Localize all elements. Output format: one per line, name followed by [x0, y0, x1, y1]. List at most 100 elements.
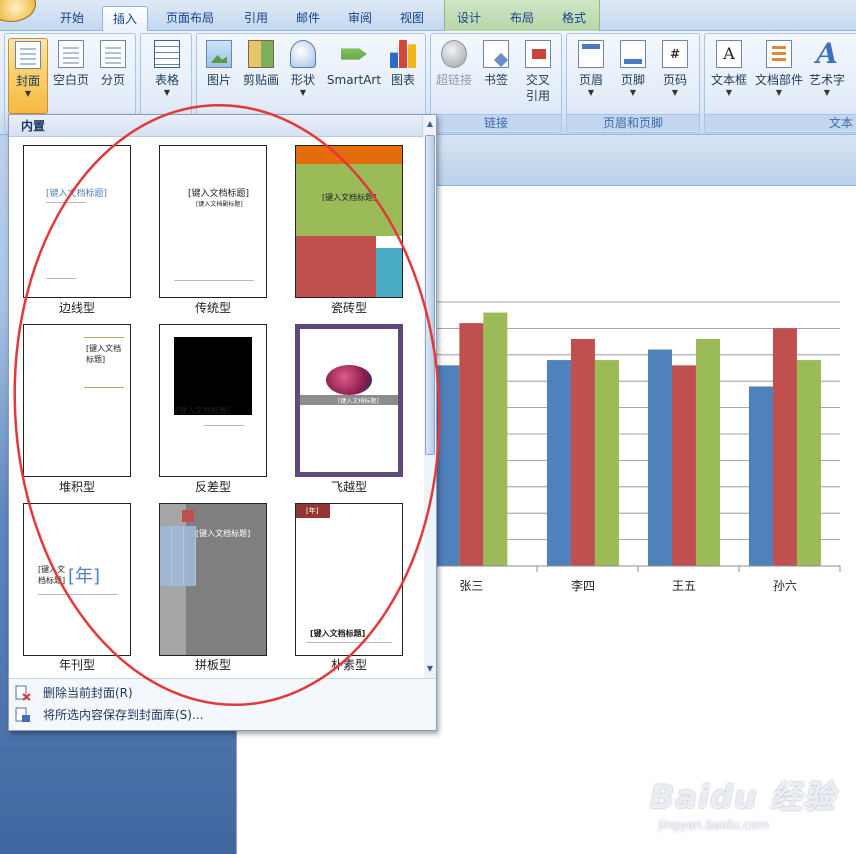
clipart-button[interactable]: 剪贴画	[239, 38, 283, 114]
table-button[interactable]: 表格 ▼	[145, 38, 189, 114]
gallery-scrollbar[interactable]: ▲ ▼	[422, 115, 436, 678]
chart-category-label: 张三	[459, 579, 483, 593]
tab-insert[interactable]: 插入	[102, 6, 148, 31]
chart-bar	[483, 312, 508, 566]
chevron-down-icon: ▼	[775, 88, 783, 97]
cover-thumb-year: [年]	[378, 239, 391, 247]
wordart-button[interactable]: A 艺术字 ▼	[805, 38, 849, 114]
table-label: 表格	[154, 73, 179, 87]
cover-name-puzzle: 拼板型	[194, 658, 231, 672]
save-to-gallery-label: 将所选内容保存到封面库(S)...	[43, 708, 204, 722]
cover-thumb-traditional[interactable]: [键入文档标题] [键入文档副标题]	[159, 145, 267, 298]
quick-parts-icon	[766, 40, 792, 68]
bookmark-button[interactable]: 书签	[477, 38, 515, 114]
shapes-icon	[290, 40, 316, 68]
textbox-button[interactable]: A 文本框 ▼	[707, 38, 751, 114]
hyperlink-button[interactable]: 超链接	[433, 38, 475, 114]
office-button[interactable]	[0, 0, 36, 22]
footer-button[interactable]: 页脚 ▼	[613, 38, 653, 114]
cover-line	[204, 425, 244, 426]
picture-button[interactable]: 图片	[201, 38, 237, 114]
textbox-icon: A	[716, 40, 742, 68]
picture-icon	[206, 40, 232, 68]
wordart-label: 艺术字	[808, 73, 845, 87]
remove-cover-label: 删除当前封面(R)	[43, 686, 133, 700]
bar-chart[interactable]: 张三 李四 王五 孙六	[436, 282, 856, 622]
chart-bar	[546, 360, 571, 566]
scroll-down-icon[interactable]: ▼	[425, 664, 435, 674]
tab-home[interactable]: 开始	[50, 6, 94, 31]
tab-page-layout[interactable]: 页面布局	[156, 6, 224, 31]
chart-button[interactable]: 图表	[385, 38, 421, 114]
scroll-up-icon[interactable]: ▲	[425, 119, 435, 129]
cover-thumb-sideline[interactable]: [键入文档标题]	[23, 145, 131, 298]
tab-review[interactable]: 审阅	[338, 6, 382, 31]
cover-black-block	[174, 337, 252, 415]
bookmark-label: 书签	[483, 73, 508, 87]
cover-name-tiles: 瓷砖型	[330, 301, 367, 315]
chart-category-label: 王五	[672, 579, 696, 593]
tab-view[interactable]: 视图	[390, 6, 434, 31]
cover-thumb-year: [年]	[306, 507, 319, 515]
hyperlink-icon	[441, 40, 467, 68]
page-number-icon: #	[662, 40, 688, 68]
textbox-label: 文本框	[710, 73, 747, 87]
chart-svg: 张三 李四 王五 孙六	[436, 301, 841, 593]
header-button[interactable]: 页眉 ▼	[571, 38, 611, 114]
blank-page-label: 空白页	[52, 73, 89, 87]
header-icon	[578, 40, 604, 68]
cover-line	[38, 594, 118, 595]
cover-thumb-austere[interactable]: [年] [键入文档标题]	[295, 503, 403, 656]
blank-page-button[interactable]: 空白页	[51, 38, 91, 114]
cover-thumb-annual[interactable]: [键入文档标题] [年]	[23, 503, 131, 656]
cover-line	[174, 280, 254, 281]
chevron-down-icon: ▼	[671, 88, 679, 97]
chart-bar	[748, 386, 773, 566]
clipart-icon	[248, 40, 274, 68]
chart-bar	[570, 338, 595, 566]
cover-line	[84, 337, 124, 338]
tab-format[interactable]: 格式	[552, 6, 596, 31]
gallery-body: [键入文档标题] 边线型 [键入文档标题] [键入文档副标题] 传统型 [键入文…	[9, 138, 424, 678]
cross-reference-button[interactable]: 交叉 引用	[519, 38, 557, 114]
page-number-button[interactable]: # 页码 ▼	[655, 38, 695, 114]
page-break-button[interactable]: 分页	[93, 38, 133, 114]
page-break-label: 分页	[100, 73, 125, 87]
cover-thumb-flyover[interactable]: [键入文档标题]	[295, 324, 403, 477]
chart-bar	[647, 349, 672, 566]
cover-page-label: 封面	[15, 74, 40, 88]
cover-thumb-title: [键入文档标题]	[196, 529, 251, 538]
save-to-gallery-icon	[15, 707, 30, 722]
tab-design[interactable]: 设计	[446, 6, 492, 31]
blank-page-icon	[58, 40, 84, 68]
baidu-watermark: Baidu 经验 jingyan.baidu.com	[650, 772, 850, 842]
group-header-footer: 页眉 ▼ 页脚 ▼ # 页码 ▼ 页眉和页脚	[566, 33, 700, 133]
header-label: 页眉	[578, 73, 603, 87]
chart-icon	[390, 40, 416, 68]
cover-page-button[interactable]: 封面 ▼	[8, 38, 48, 114]
scrollbar-thumb[interactable]	[425, 135, 435, 455]
cover-line	[306, 642, 392, 643]
group-header-footer-label: 页眉和页脚	[567, 114, 699, 130]
chart-bar	[695, 338, 720, 566]
cover-thumb-puzzle[interactable]: [键入文档标题]	[159, 503, 267, 656]
shapes-label: 形状	[290, 73, 315, 87]
tab-mailings[interactable]: 邮件	[286, 6, 330, 31]
cover-name-flyover: 飞越型	[330, 480, 367, 494]
quick-parts-button[interactable]: 文档部件 ▼	[753, 38, 805, 114]
cover-thumb-contrast[interactable]: [键入文档标题]	[159, 324, 267, 477]
chart-bar	[796, 360, 821, 566]
remove-cover-menu-item[interactable]: 删除当前封面(R)	[9, 682, 436, 704]
cover-thumb-stacks[interactable]: [键入文档标题]	[23, 324, 131, 477]
tab-layout[interactable]: 布局	[500, 6, 544, 31]
tab-references[interactable]: 引用	[234, 6, 278, 31]
cover-name-sideline: 边线型	[58, 301, 95, 315]
chevron-down-icon: ▼	[163, 88, 171, 97]
smartart-button[interactable]: SmartArt	[325, 38, 383, 114]
watermark-brand: Baidu 经验	[650, 778, 836, 816]
cover-line	[46, 202, 86, 203]
shapes-button[interactable]: 形状 ▼	[285, 38, 321, 114]
cover-thumb-tiles[interactable]: [键入文档标题] [年]	[295, 145, 403, 298]
smartart-icon	[341, 48, 367, 60]
save-to-cover-gallery-menu-item[interactable]: 将所选内容保存到封面库(S)...	[9, 704, 436, 726]
